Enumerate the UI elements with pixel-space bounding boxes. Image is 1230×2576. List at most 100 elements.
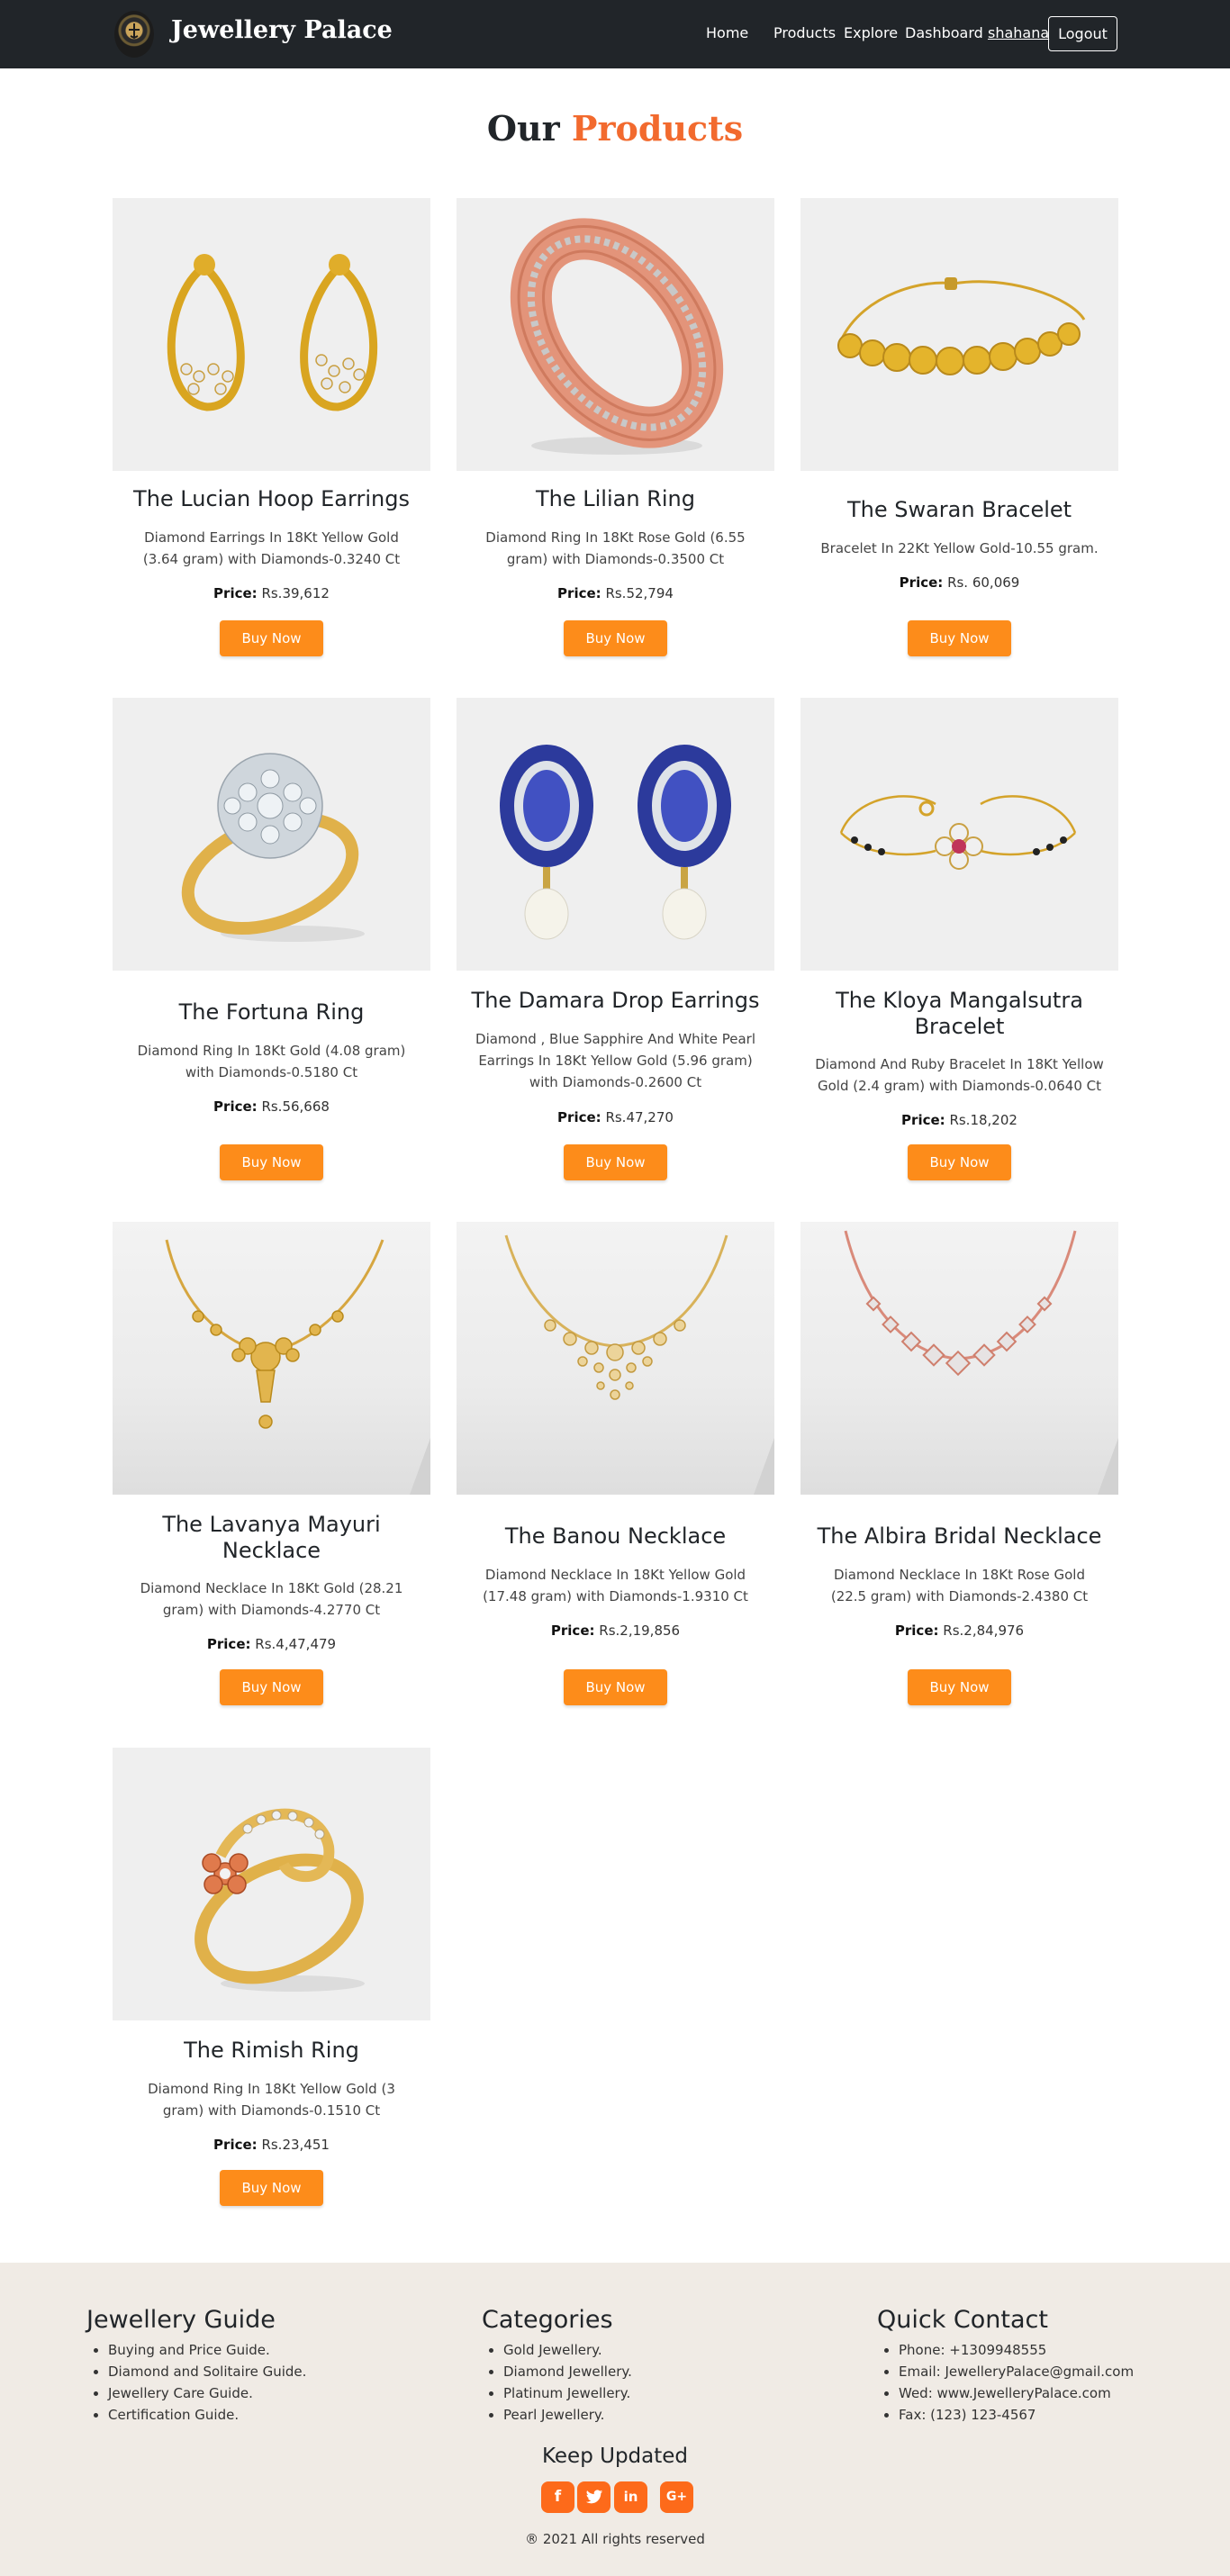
product-title: The Rimish Ring: [184, 2038, 359, 2063]
price-value: Rs.4,47,479: [255, 1636, 337, 1652]
product-image-yellow-gold-necklace[interactable]: [457, 1222, 774, 1495]
footer-contact-phone: Phone: +1309948555: [899, 2339, 1134, 2361]
price-value: Rs.2,19,856: [599, 1622, 681, 1639]
price-value: Rs.39,612: [261, 585, 330, 601]
footer-guide-item[interactable]: Certification Guide.: [108, 2404, 306, 2426]
product-image-mangalsutra-bracelet[interactable]: [800, 698, 1118, 971]
footer-contact-title: Quick Contact: [877, 2306, 1048, 2334]
product-title: The Swaran Bracelet: [846, 497, 1072, 522]
buy-now-button[interactable]: Buy Now: [908, 1144, 1011, 1180]
nav-user-link[interactable]: shahana: [988, 24, 1049, 41]
product-title: The Kloya Mangalsutra Bracelet: [836, 988, 1083, 1039]
copyright: ® 2021 All rights reserved: [525, 2531, 705, 2547]
buy-now-button[interactable]: Buy Now: [564, 1669, 667, 1705]
product-image-sapphire-drop-earrings[interactable]: [457, 698, 774, 971]
buy-now-button[interactable]: Buy Now: [220, 1144, 323, 1180]
price-label: Price:: [206, 1636, 251, 1652]
product-title: The Lavanya Mayuri Necklace: [162, 1512, 381, 1563]
product-image-rose-gold-necklace[interactable]: [800, 1222, 1118, 1495]
buy-now-button[interactable]: Buy Now: [220, 1669, 323, 1705]
product-card: The Lavanya Mayuri Necklace Diamond Neck…: [113, 1222, 430, 1705]
product-card: The Lucian Hoop Earrings Diamond Earring…: [113, 198, 430, 656]
product-image-rose-gold-ring[interactable]: [457, 198, 774, 471]
footer-categories-title: Categories: [482, 2306, 613, 2334]
product-title: The Fortuna Ring: [178, 999, 365, 1025]
price-value: Rs.18,202: [949, 1112, 1017, 1128]
price-label: Price:: [213, 2137, 258, 2153]
product-price: Price: Rs.47,270: [457, 1109, 774, 1125]
footer-guide-item[interactable]: Jewellery Care Guide.: [108, 2382, 306, 2404]
footer-guide-title: Jewellery Guide: [86, 2306, 276, 2334]
product-image-gold-bracelet[interactable]: [800, 198, 1118, 471]
logout-button[interactable]: Logout: [1048, 16, 1117, 51]
footer-category-item[interactable]: Diamond Jewellery.: [503, 2361, 632, 2382]
linkedin-icon[interactable]: in: [614, 2481, 647, 2513]
nav-dashboard[interactable]: Dashboard: [905, 24, 983, 41]
footer-categories-column: Categories Gold Jewellery. Diamond Jewel…: [482, 2306, 632, 2426]
facebook-icon[interactable]: f: [541, 2481, 574, 2513]
nav-explore[interactable]: Explore: [844, 24, 898, 41]
footer-contact-column: Quick Contact Phone: +1309948555 Email: …: [877, 2306, 1134, 2426]
page-title-accent: Products: [571, 108, 744, 149]
product-price: Price: Rs. 60,069: [800, 574, 1118, 591]
product-card: The Damara Drop Earrings Diamond , Blue …: [457, 698, 774, 1180]
product-description: Diamond Ring In 18Kt Yellow Gold (3 gram…: [148, 2081, 395, 2119]
brand-logo-icon[interactable]: [114, 11, 154, 58]
price-label: Price:: [901, 1112, 945, 1128]
buy-now-button[interactable]: Buy Now: [908, 1669, 1011, 1705]
product-price: Price: Rs.52,794: [457, 585, 774, 601]
product-description: Diamond Earrings In 18Kt Yellow Gold (3.…: [142, 529, 401, 567]
price-value: Rs.56,668: [261, 1098, 330, 1115]
product-image-diamond-cluster-ring[interactable]: [113, 698, 430, 971]
footer-contact-fax: Fax: (123) 123-4567: [899, 2404, 1134, 2426]
price-value: Rs.2,84,976: [943, 1622, 1025, 1639]
product-price: Price: Rs.23,451: [113, 2137, 430, 2153]
buy-now-button[interactable]: Buy Now: [220, 2170, 323, 2206]
product-image-gold-pendant-necklace[interactable]: [113, 1222, 430, 1495]
product-description: Diamond Necklace In 18Kt Yellow Gold (17…: [483, 1567, 748, 1604]
footer-category-item[interactable]: Gold Jewellery.: [503, 2339, 632, 2361]
keep-updated-title: Keep Updated: [541, 2445, 689, 2468]
product-price: Price: Rs.2,19,856: [457, 1622, 774, 1639]
product-title: The Banou Necklace: [504, 1523, 727, 1549]
price-label: Price:: [894, 1622, 939, 1639]
brand-name[interactable]: Jewellery Palace: [171, 16, 393, 44]
buy-now-button[interactable]: Buy Now: [564, 620, 667, 656]
product-card: The Fortuna Ring Diamond Ring In 18Kt Go…: [113, 698, 430, 1180]
product-title: The Lilian Ring: [536, 486, 695, 511]
price-value: Rs. 60,069: [947, 574, 1020, 591]
price-label: Price:: [550, 1622, 595, 1639]
footer-category-item[interactable]: Platinum Jewellery.: [503, 2382, 632, 2404]
price-label: Price:: [213, 585, 258, 601]
price-value: Rs.52,794: [605, 585, 674, 601]
page-title-prefix: Our: [486, 108, 560, 149]
product-title: The Albira Bridal Necklace: [817, 1523, 1102, 1549]
footer-guide-item[interactable]: Diamond and Solitaire Guide.: [108, 2361, 306, 2382]
product-card: The Kloya Mangalsutra Bracelet Diamond A…: [800, 698, 1118, 1180]
footer-category-item[interactable]: Pearl Jewellery.: [503, 2404, 632, 2426]
product-price: Price: Rs.56,668: [113, 1098, 430, 1115]
footer-contact-web[interactable]: Wed: www.JewelleryPalace.com: [899, 2382, 1134, 2404]
product-price: Price: Rs.39,612: [113, 585, 430, 601]
buy-now-button[interactable]: Buy Now: [908, 620, 1011, 656]
product-card: The Banou Necklace Diamond Necklace In 1…: [457, 1222, 774, 1705]
nav-home[interactable]: Home: [706, 24, 748, 41]
product-card: The Albira Bridal Necklace Diamond Neckl…: [800, 1222, 1118, 1705]
nav-products[interactable]: Products: [773, 24, 836, 41]
product-image-swirl-ring[interactable]: [113, 1748, 430, 2020]
product-description: Diamond Ring In 18Kt Rose Gold (6.55 gra…: [485, 529, 746, 567]
product-description: Diamond Ring In 18Kt Gold (4.08 gram) wi…: [137, 1043, 406, 1080]
product-card: The Swaran Bracelet Bracelet In 22Kt Yel…: [800, 198, 1118, 656]
price-value: Rs.47,270: [605, 1109, 674, 1125]
product-title: The Damara Drop Earrings: [471, 988, 760, 1013]
price-label: Price:: [213, 1098, 258, 1115]
buy-now-button[interactable]: Buy Now: [220, 620, 323, 656]
footer-contact-email[interactable]: Email: JewelleryPalace@gmail.com: [899, 2361, 1134, 2382]
buy-now-button[interactable]: Buy Now: [564, 1144, 667, 1180]
footer-guide-item[interactable]: Buying and Price Guide.: [108, 2339, 306, 2361]
price-label: Price:: [899, 574, 944, 591]
twitter-icon[interactable]: [577, 2481, 610, 2513]
product-image-hoop-earrings[interactable]: [113, 198, 430, 471]
google-plus-icon[interactable]: G+: [660, 2481, 693, 2513]
price-value: Rs.23,451: [261, 2137, 330, 2153]
